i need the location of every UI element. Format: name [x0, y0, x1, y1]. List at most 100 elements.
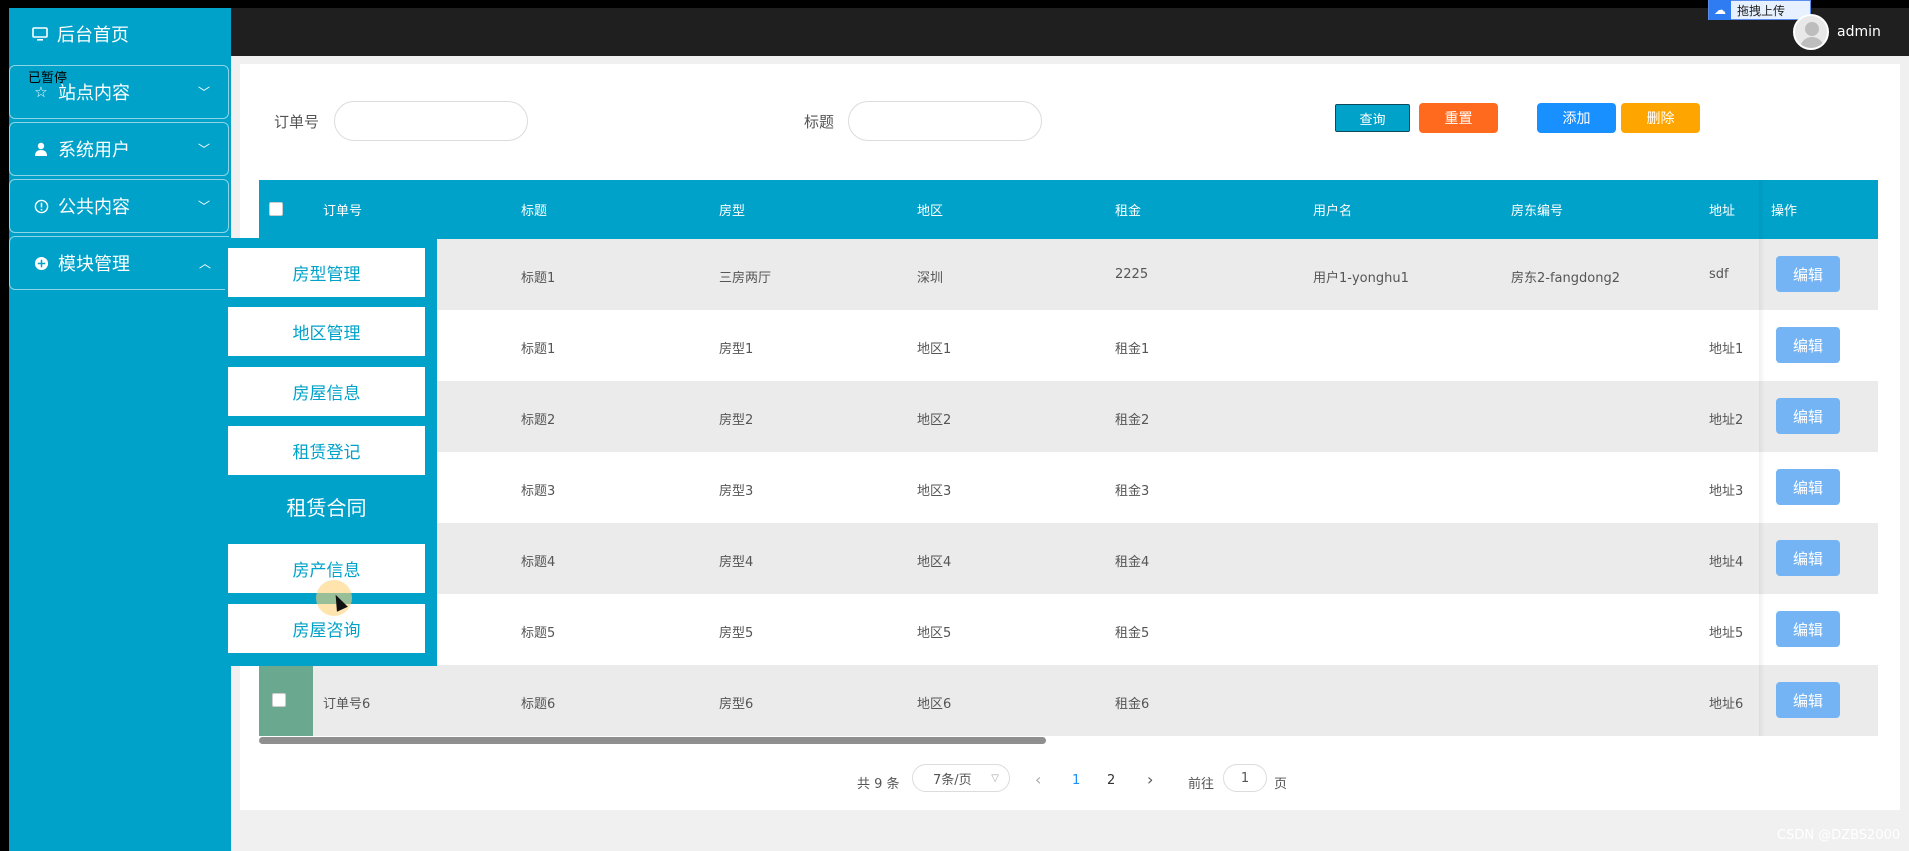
reset-button[interactable]: 重置 — [1419, 103, 1498, 133]
cell-address: 地址5 — [1709, 626, 1744, 641]
cell-rent: 租金5 — [1115, 626, 1150, 641]
fixed-column-shadow — [1759, 180, 1765, 736]
username[interactable]: admin — [1837, 24, 1881, 40]
column-header[interactable]: 标题 — [521, 200, 547, 219]
next-page-button[interactable]: › — [1147, 770, 1153, 789]
sidebar-item-system-users[interactable]: 系统用户 ﹀ — [9, 122, 229, 176]
cell-address: 地址4 — [1709, 555, 1744, 570]
cell-region: 地区4 — [917, 555, 952, 570]
chevron-down-icon: ﹀ — [197, 142, 210, 157]
table-row[interactable]: 标题3 房型3 地区3 租金3 地址3 编辑 — [259, 452, 1878, 523]
sidebar-item-label: 公共内容 — [58, 197, 130, 218]
prev-page-button[interactable]: ‹ — [1035, 770, 1041, 789]
content-panel: 订单号 标题 查询 重置 添加 删除 订单号 标题 房型 地区 租金 用户名 房… — [240, 64, 1900, 810]
submenu-item-room-type[interactable]: 房型管理 — [228, 248, 425, 297]
cell-address: sdf — [1709, 267, 1729, 282]
plus-circle-icon — [32, 254, 50, 272]
pagination-total: 共 9 条 — [857, 777, 900, 792]
sidebar: 后台首页 已暂停 ☆ 站点内容 ﹀ 系统用户 ﹀ 公共内容 ﹀ 模块管理 ︿ — [9, 8, 231, 851]
submenu-item-region[interactable]: 地区管理 — [228, 307, 425, 356]
sidebar-item-label: 模块管理 — [58, 254, 130, 275]
edit-button[interactable]: 编辑 — [1776, 611, 1840, 647]
edit-button[interactable]: 编辑 — [1776, 540, 1840, 576]
cell-title: 标题1 — [521, 271, 556, 286]
edit-button[interactable]: 编辑 — [1776, 398, 1840, 434]
app-window: 后台首页 已暂停 ☆ 站点内容 ﹀ 系统用户 ﹀ 公共内容 ﹀ 模块管理 ︿ ☁… — [0, 0, 1909, 851]
sidebar-item-label: 后台首页 — [57, 25, 129, 46]
page-2-button[interactable]: 2 — [1107, 773, 1115, 788]
sidebar-item-home[interactable]: 后台首页 — [9, 8, 229, 60]
column-header[interactable]: 房型 — [719, 200, 745, 219]
add-button[interactable]: 添加 — [1537, 103, 1616, 133]
delete-button[interactable]: 删除 — [1621, 103, 1700, 133]
column-header[interactable]: 租金 — [1115, 200, 1141, 219]
cell-address: 地址1 — [1709, 342, 1744, 357]
select-all-checkbox[interactable] — [269, 202, 283, 216]
cell-rent: 租金4 — [1115, 555, 1150, 570]
user-icon — [32, 140, 50, 158]
edit-button[interactable]: 编辑 — [1776, 327, 1840, 363]
cell-address: 地址3 — [1709, 484, 1744, 499]
paused-indicator: 已暂停 — [28, 71, 68, 86]
edit-button[interactable]: 编辑 — [1776, 256, 1840, 292]
info-circle-icon — [32, 197, 50, 215]
submenu-item-house-info[interactable]: 房屋信息 — [228, 367, 425, 416]
table-row[interactable]: 标题2 房型2 地区2 租金2 地址2 编辑 — [259, 381, 1878, 452]
table-row[interactable]: 标题1 三房两厅 深圳 2225 用户1-yonghu1 房东2-fangdon… — [259, 239, 1878, 310]
chevron-down-icon: ﹀ — [197, 199, 210, 214]
drag-upload-widget[interactable]: ☁ 拖拽上传 — [1708, 0, 1811, 20]
column-header[interactable]: 订单号 — [323, 200, 362, 219]
column-header[interactable]: 用户名 — [1313, 200, 1352, 219]
table-row[interactable]: 订单号6 标题6 房型6 地区6 租金6 地址6 编辑 — [259, 665, 1878, 736]
cell-title: 标题4 — [521, 555, 556, 570]
horizontal-scrollbar[interactable] — [259, 737, 1046, 744]
table-header: 订单号 标题 房型 地区 租金 用户名 房东编号 地址 操作 — [259, 180, 1878, 239]
order-number-label: 订单号 — [274, 113, 320, 131]
query-button[interactable]: 查询 — [1335, 104, 1410, 132]
edit-button[interactable]: 编辑 — [1776, 682, 1840, 718]
avatar[interactable] — [1793, 14, 1829, 50]
sidebar-item-public-content[interactable]: 公共内容 ﹀ — [9, 179, 229, 233]
page-1-button[interactable]: 1 — [1072, 773, 1080, 788]
cell-type: 房型5 — [719, 626, 754, 641]
upload-label: 拖拽上传 — [1737, 3, 1786, 18]
cell-title: 标题1 — [521, 342, 556, 357]
title-label: 标题 — [804, 113, 835, 131]
sidebar-item-module-management[interactable]: 模块管理 ︿ — [9, 236, 229, 290]
chevron-down-icon: ▽ — [991, 772, 999, 784]
top-bar — [231, 8, 1909, 56]
column-header[interactable]: 房东编号 — [1511, 200, 1563, 219]
cell-landlord: 房东2-fangdong2 — [1511, 271, 1620, 286]
cell-region: 地区1 — [917, 342, 952, 357]
sidebar-item-label: 系统用户 — [58, 140, 130, 161]
cell-type: 房型6 — [719, 697, 754, 712]
table-row[interactable]: 标题5 房型5 地区5 租金5 地址5 编辑 — [259, 594, 1878, 665]
cell-rent: 租金6 — [1115, 697, 1150, 712]
chevron-up-icon: ︿ — [198, 256, 211, 271]
cell-region: 地区5 — [917, 626, 952, 641]
column-header[interactable]: 地址 — [1709, 200, 1735, 219]
edit-button[interactable]: 编辑 — [1776, 469, 1840, 505]
order-number-input[interactable] — [334, 101, 528, 141]
cell-rent: 租金1 — [1115, 342, 1150, 357]
table-row[interactable]: 标题1 房型1 地区1 租金1 地址1 编辑 — [259, 310, 1878, 381]
column-header[interactable]: 地区 — [917, 200, 943, 219]
main-area: 订单号 标题 查询 重置 添加 删除 订单号 标题 房型 地区 租金 用户名 房… — [231, 56, 1909, 851]
cell-title: 标题6 — [521, 697, 556, 712]
cell-address: 地址2 — [1709, 413, 1744, 428]
submenu-item-lease-register[interactable]: 租赁登记 — [228, 426, 425, 475]
cell-title: 标题3 — [521, 484, 556, 499]
table-row[interactable]: 标题4 房型4 地区4 租金4 地址4 编辑 — [259, 523, 1878, 594]
cell-type: 房型2 — [719, 413, 754, 428]
cell-address: 地址6 — [1709, 697, 1744, 712]
page-size-select[interactable]: 7条/页 ▽ — [912, 764, 1010, 792]
cell-order: 订单号6 — [323, 697, 371, 712]
cell-region: 深圳 — [917, 271, 944, 286]
row-checkbox[interactable] — [272, 693, 286, 707]
row-selection-cell — [259, 665, 313, 736]
cell-title: 标题2 — [521, 413, 556, 428]
goto-page-input[interactable]: 1 — [1223, 764, 1267, 792]
cloud-upload-icon: ☁ — [1709, 0, 1731, 20]
title-input[interactable] — [848, 101, 1042, 141]
submenu-item-lease-contract[interactable]: 租赁合同 — [228, 492, 425, 521]
